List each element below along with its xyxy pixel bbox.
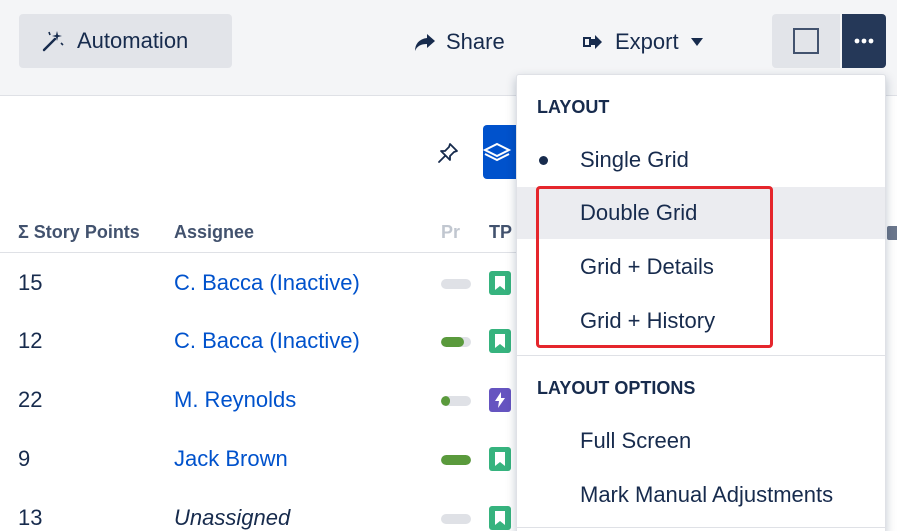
automation-button[interactable]: Automation	[19, 14, 232, 68]
menu-item-single-grid[interactable]: Single Grid	[517, 134, 885, 186]
add-column-icon[interactable]	[885, 222, 897, 244]
automation-label: Automation	[77, 28, 189, 53]
more-horizontal-icon	[854, 38, 874, 44]
table-row[interactable]: 13 Unassigned	[0, 489, 520, 531]
selected-bullet-icon	[539, 156, 548, 165]
column-header-progress[interactable]: Pr	[441, 222, 460, 252]
menu-item-label: Grid + Details	[580, 254, 714, 279]
menu-item-label: Double Grid	[580, 200, 698, 225]
progress-fill	[441, 337, 464, 347]
table-row[interactable]: 15 C. Bacca (Inactive)	[0, 254, 520, 312]
square-icon	[793, 28, 819, 54]
export-button[interactable]: Export	[583, 22, 703, 62]
menu-item-full-screen[interactable]: Full Screen	[517, 415, 885, 467]
column-header-story-points[interactable]: Σ Story Points	[18, 222, 166, 252]
magic-wand-icon	[42, 31, 64, 52]
menu-item-mark-manual-adjustments[interactable]: Mark Manual Adjustments	[517, 469, 885, 521]
layout-heading: LAYOUT	[537, 97, 610, 117]
pin-icon[interactable]	[437, 142, 459, 164]
export-label: Export	[615, 29, 679, 54]
assignee-unassigned[interactable]: Unassigned	[174, 489, 290, 531]
assignee-link[interactable]: C. Bacca (Inactive)	[174, 312, 360, 370]
layout-dropdown-menu: LAYOUT Single Grid Double Grid Grid + De…	[516, 74, 886, 531]
epic-icon	[489, 388, 511, 412]
layout-toggle-button[interactable]	[772, 14, 840, 68]
progress-bar	[441, 514, 471, 524]
table-row[interactable]: 9 Jack Brown	[0, 430, 520, 488]
assignee-link[interactable]: Jack Brown	[174, 430, 288, 488]
story-points-cell: 13	[18, 505, 43, 530]
story-icon	[489, 271, 511, 295]
column-header-tp[interactable]: TP	[489, 222, 512, 252]
menu-item-double-grid[interactable]: Double Grid	[517, 187, 885, 239]
story-points-cell: 12	[18, 328, 43, 353]
progress-bar	[441, 455, 471, 465]
menu-item-label: Mark Manual Adjustments	[580, 482, 834, 507]
table-row[interactable]: 22 M. Reynolds	[0, 371, 520, 429]
story-points-cell: 9	[18, 446, 31, 471]
menu-item-label: Grid + History	[580, 308, 716, 333]
column-header-assignee[interactable]: Assignee	[174, 222, 254, 252]
story-points-cell: 15	[18, 270, 43, 295]
story-icon	[489, 506, 511, 530]
menu-item-grid-details[interactable]: Grid + Details	[517, 241, 885, 293]
share-label: Share	[446, 29, 505, 54]
progress-fill	[441, 455, 471, 465]
chevron-down-icon	[690, 38, 703, 46]
header-fade	[136, 222, 166, 252]
progress-bar	[441, 396, 471, 406]
story-icon	[489, 329, 511, 353]
story-points-cell: 22	[18, 387, 43, 412]
progress-bar	[441, 337, 471, 347]
layers-icon	[483, 142, 512, 162]
export-icon	[583, 35, 602, 49]
menu-divider	[517, 527, 885, 528]
progress-bar	[441, 279, 471, 289]
menu-divider	[517, 355, 885, 356]
story-icon	[489, 447, 511, 471]
layers-button[interactable]	[483, 125, 519, 179]
menu-item-grid-history[interactable]: Grid + History	[517, 295, 885, 347]
assignee-link[interactable]: C. Bacca (Inactive)	[174, 254, 360, 312]
more-options-button[interactable]	[842, 14, 886, 68]
story-points-header-label: Σ Story Points	[18, 222, 140, 242]
menu-item-label: Full Screen	[580, 428, 692, 453]
assignee-link[interactable]: M. Reynolds	[174, 371, 296, 429]
menu-item-label: Single Grid	[580, 147, 689, 172]
share-arrow-icon	[415, 34, 435, 51]
progress-fill	[441, 396, 450, 406]
share-button[interactable]: Share	[414, 22, 505, 62]
header-divider	[0, 252, 520, 253]
layout-options-heading: LAYOUT OPTIONS	[537, 378, 696, 398]
table-row[interactable]: 12 C. Bacca (Inactive)	[0, 312, 520, 370]
